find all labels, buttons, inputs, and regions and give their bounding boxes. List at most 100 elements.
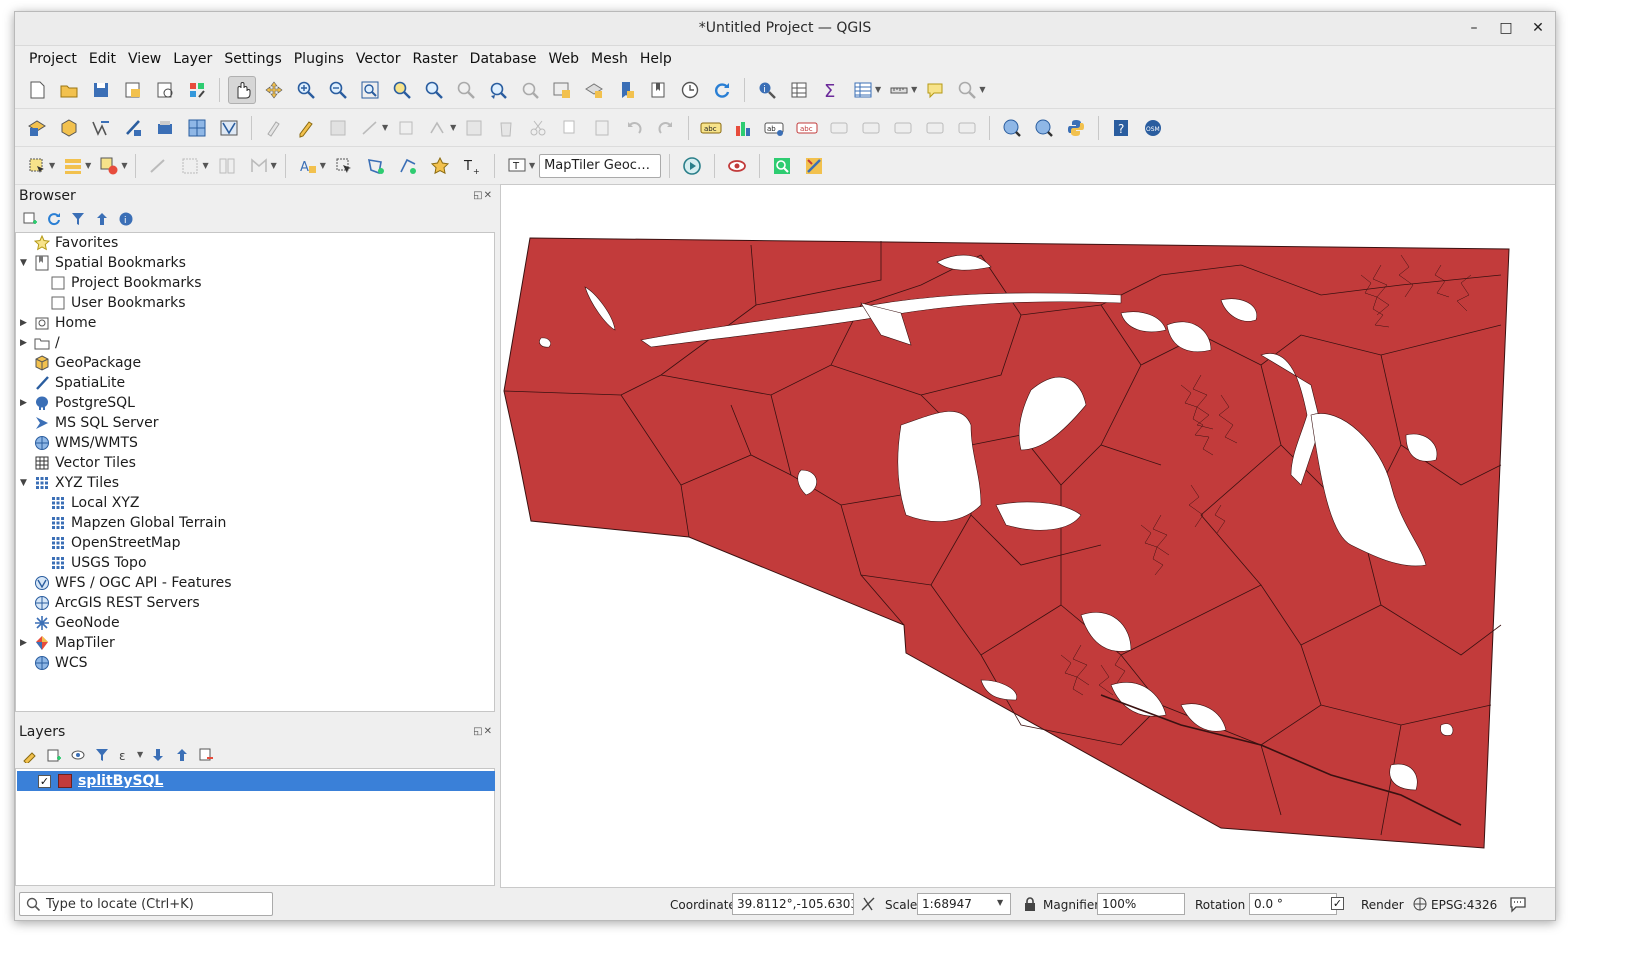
change-label-icon[interactable] — [921, 114, 949, 142]
pan-map-icon[interactable] — [228, 75, 256, 104]
chevron-down-icon[interactable]: ▼ — [271, 161, 277, 170]
create-line-annotation-icon[interactable] — [394, 152, 422, 180]
rotate-feature-icon[interactable] — [176, 152, 204, 180]
digitize-shape-icon[interactable] — [144, 152, 172, 180]
expand-arrow-icon[interactable]: ▶ — [20, 318, 30, 328]
zoom-native-icon[interactable] — [452, 76, 480, 104]
zoom-to-layer-icon[interactable] — [420, 76, 448, 104]
chevron-down-icon[interactable]: ▼ — [85, 161, 91, 170]
add-spatialite-layer-icon[interactable] — [119, 114, 147, 142]
toggle-editing-icon[interactable] — [292, 114, 320, 142]
menu-plugins[interactable]: Plugins — [288, 51, 350, 67]
layout-manager-icon[interactable] — [151, 76, 179, 104]
render-checkbox[interactable]: ✓ — [1331, 897, 1344, 910]
new-3d-view-icon[interactable] — [580, 76, 608, 104]
info-icon[interactable]: i — [117, 210, 135, 228]
select-by-expression-icon[interactable] — [59, 152, 87, 180]
python-console-icon[interactable] — [1062, 114, 1090, 142]
expand-arrow-icon[interactable]: ▼ — [20, 478, 30, 488]
browser-item-spatial-bookmarks[interactable]: ▼ Spatial Bookmarks — [20, 253, 186, 273]
show-hide-labels-icon[interactable] — [857, 114, 885, 142]
zoom-full-icon[interactable] — [356, 76, 384, 104]
manage-visibility-icon[interactable] — [69, 746, 87, 764]
copy-features-icon[interactable] — [556, 114, 584, 142]
chevron-down-icon[interactable]: ▼ — [529, 161, 535, 170]
add-selected-layers-icon[interactable] — [21, 210, 39, 228]
undo-icon[interactable] — [620, 114, 648, 142]
reshape-features-icon[interactable] — [245, 152, 273, 180]
chevron-down-icon[interactable]: ▼ — [382, 123, 388, 132]
add-annotation-icon[interactable]: A — [294, 152, 322, 180]
locator-search-input[interactable]: Type to locate (Ctrl+K) — [19, 892, 273, 916]
create-text-annotation-icon[interactable]: T + — [458, 152, 486, 180]
data-source-manager-icon[interactable] — [23, 114, 51, 142]
processing-toolbox-icon[interactable] — [800, 152, 828, 180]
rotation-spinbox[interactable]: 0.0 ° — [1249, 893, 1337, 915]
map-canvas[interactable] — [500, 184, 1555, 888]
gps-icon[interactable] — [678, 152, 706, 180]
save-edits-icon[interactable] — [324, 114, 352, 142]
browser-item-mapzen-terrain[interactable]: Mapzen Global Terrain — [50, 513, 226, 533]
measure-line-icon[interactable] — [885, 76, 913, 104]
label-toolbar-icon[interactable]: abc — [697, 114, 725, 142]
temporal-controller-icon[interactable] — [676, 76, 704, 104]
lock-scale-icon[interactable] — [1023, 896, 1037, 915]
browser-item-maptiler[interactable]: ▶ MapTiler — [20, 633, 115, 653]
statistics-sigma-icon[interactable]: Σ — [817, 76, 845, 104]
menu-project[interactable]: Project — [23, 51, 83, 67]
panel-float-close-icon[interactable]: ◱✕ — [473, 726, 493, 737]
browser-item-spatialite[interactable]: SpatiaLite — [34, 373, 125, 393]
multi-edit-icon[interactable] — [424, 114, 452, 142]
filter-by-expression-icon[interactable]: ε — [117, 746, 135, 764]
menu-raster[interactable]: Raster — [407, 51, 464, 67]
panel-float-close-icon[interactable]: ◱✕ — [473, 190, 493, 201]
minimize-button[interactable]: – — [1465, 18, 1483, 38]
chevron-down-icon[interactable]: ▼ — [875, 85, 881, 94]
redo-icon[interactable] — [652, 114, 680, 142]
layer-visibility-checkbox[interactable]: ✓ — [38, 774, 51, 788]
chevron-down-icon[interactable]: ▼ — [911, 85, 917, 94]
menu-view[interactable]: View — [122, 51, 167, 67]
menu-web[interactable]: Web — [542, 51, 585, 67]
cut-features-icon[interactable] — [524, 114, 552, 142]
text-annotation-icon[interactable]: T — [503, 152, 531, 180]
new-map-view-icon[interactable] — [548, 76, 576, 104]
zoom-in-icon[interactable] — [292, 76, 320, 104]
open-attribute-table-icon[interactable] — [849, 76, 877, 104]
create-marker-annotation-icon[interactable] — [426, 152, 454, 180]
close-button[interactable]: ✕ — [1529, 18, 1547, 38]
browser-item-openstreetmap[interactable]: OpenStreetMap — [50, 533, 180, 553]
add-wfs-layer-icon[interactable] — [215, 114, 243, 142]
browser-item-usgs-topo[interactable]: USGS Topo — [50, 553, 147, 573]
select-features-icon[interactable] — [23, 152, 51, 180]
browser-item-root[interactable]: ▶ / — [20, 333, 60, 353]
add-mssql-layer-icon[interactable] — [151, 114, 179, 142]
browser-item-wcs[interactable]: WCS — [34, 653, 88, 673]
create-polygon-annotation-icon[interactable] — [362, 152, 390, 180]
chevron-down-icon[interactable]: ▼ — [979, 85, 985, 94]
digitize-line-icon[interactable] — [356, 114, 384, 142]
browser-item-xyz-tiles[interactable]: ▼ XYZ Tiles — [20, 473, 119, 493]
chevron-down-icon[interactable]: ▼ — [121, 161, 127, 170]
menu-layer[interactable]: Layer — [167, 51, 218, 67]
browser-item-wfs[interactable]: WFS / OGC API - Features — [34, 573, 232, 593]
menu-help[interactable]: Help — [634, 51, 678, 67]
browser-item-postgresql[interactable]: ▶ PostgreSQL — [20, 393, 135, 413]
add-wms-layer-icon[interactable] — [183, 114, 211, 142]
expand-arrow-icon[interactable]: ▼ — [20, 258, 30, 268]
chevron-down-icon[interactable]: ▼ — [49, 161, 55, 170]
zoom-last-icon[interactable] — [484, 76, 512, 104]
show-bookmarks-icon[interactable] — [644, 76, 672, 104]
browser-item-favorites[interactable]: Favorites — [34, 233, 118, 253]
chevron-down-icon[interactable]: ▼ — [450, 123, 456, 132]
help-icon[interactable]: ? — [1107, 114, 1135, 142]
zoom-to-selection-icon[interactable] — [388, 76, 416, 104]
magnifier-spinbox[interactable]: 100% — [1097, 893, 1185, 915]
browser-item-local-xyz[interactable]: Local XYZ — [50, 493, 139, 513]
processing-search-icon[interactable] — [768, 152, 796, 180]
style-manager-icon[interactable] — [183, 76, 211, 104]
attribute-table-calc-icon[interactable] — [785, 76, 813, 104]
open-project-icon[interactable] — [55, 76, 83, 104]
menu-vector[interactable]: Vector — [350, 51, 407, 67]
expand-arrow-icon[interactable]: ▶ — [20, 638, 30, 648]
